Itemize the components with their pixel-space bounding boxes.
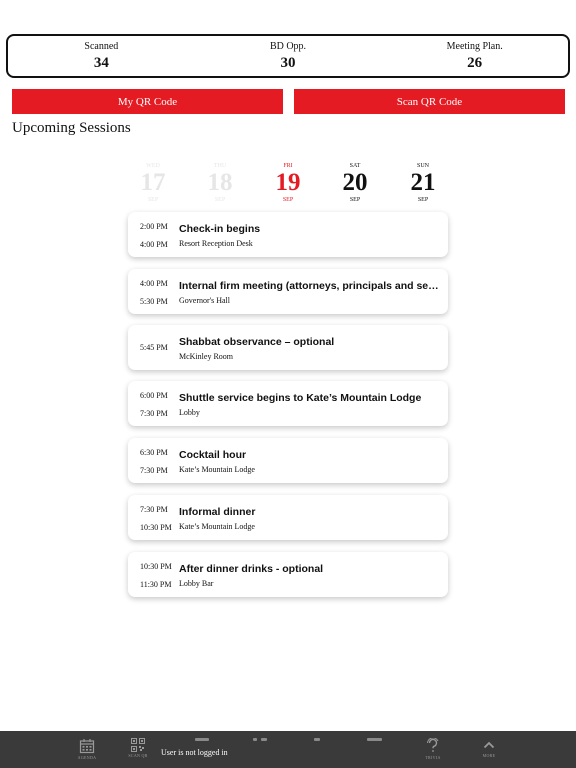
stat-value: 26 bbox=[467, 55, 483, 71]
session-card[interactable]: 6:30 PM 7:30 PM Cocktail hour Kate’s Mou… bbox=[128, 438, 448, 483]
day-picker: WED 17 SEP THU 18 SEP FRI 19 SEP SAT 20 … bbox=[0, 162, 576, 206]
stat-label: Meeting Plan. bbox=[446, 41, 503, 52]
day-sat-20[interactable]: SAT 20 SEP bbox=[330, 162, 380, 204]
session-location: Lobby bbox=[179, 408, 200, 417]
stat-label: BD Opp. bbox=[269, 41, 307, 52]
session-start-time: 2:00 PM bbox=[140, 222, 168, 231]
session-card[interactable]: 4:00 PM 5:30 PM Internal firm meeting (a… bbox=[128, 269, 448, 314]
partial-icon bbox=[314, 738, 320, 741]
partial-icon bbox=[261, 738, 267, 741]
session-start-time: 5:45 PM bbox=[140, 343, 168, 352]
session-title: Cocktail hour bbox=[179, 449, 247, 461]
session-start-time: 6:30 PM bbox=[140, 448, 168, 457]
qr-code-icon bbox=[131, 738, 145, 752]
session-location: Lobby Bar bbox=[179, 579, 214, 588]
tab-agenda[interactable]: AGENDA bbox=[67, 731, 107, 768]
session-end-time: 7:30 PM bbox=[140, 466, 168, 475]
day-number: 18 bbox=[207, 169, 233, 196]
session-end-time: 4:00 PM bbox=[140, 240, 168, 249]
stat-bd-opp[interactable]: BD Opp. 30 bbox=[195, 36, 382, 76]
day-month: SEP bbox=[214, 197, 226, 203]
day-number: 20 bbox=[342, 169, 368, 196]
day-sun-21[interactable]: SUN 21 SEP bbox=[398, 162, 448, 204]
session-card[interactable]: 7:30 PM 10:30 PM Informal dinner Kate’s … bbox=[128, 495, 448, 540]
tab-label: MORE bbox=[482, 753, 496, 758]
login-status-text: User is not logged in bbox=[161, 748, 228, 757]
day-number: 19 bbox=[275, 169, 301, 196]
stat-meeting-plan[interactable]: Meeting Plan. 26 bbox=[381, 36, 568, 76]
session-title: Informal dinner bbox=[179, 506, 256, 518]
day-wed-17[interactable]: WED 17 SEP bbox=[128, 162, 178, 204]
session-card[interactable]: 5:45 PM Shabbat observance – optional Mc… bbox=[128, 325, 448, 370]
session-card[interactable]: 2:00 PM 4:00 PM Check-in begins Resort R… bbox=[128, 212, 448, 257]
session-title: Shabbat observance – optional bbox=[179, 336, 335, 348]
session-start-time: 4:00 PM bbox=[140, 279, 168, 288]
day-number: 17 bbox=[140, 169, 166, 196]
chevron-up-icon bbox=[483, 741, 495, 749]
tab-trivia[interactable]: TRIVIA bbox=[413, 731, 453, 768]
stats-card: Scanned 34 BD Opp. 30 Meeting Plan. 26 bbox=[6, 34, 570, 78]
session-location: Kate’s Mountain Lodge bbox=[179, 522, 255, 531]
day-month: SEP bbox=[417, 197, 429, 203]
stat-value: 34 bbox=[93, 55, 109, 71]
bottom-tab-bar: AGENDA SCAN QR TRIVIA MORE bbox=[0, 731, 576, 768]
tab-label: TRIVIA bbox=[425, 755, 441, 760]
stat-value: 30 bbox=[280, 55, 296, 71]
partial-icon bbox=[367, 738, 382, 741]
session-title: Internal firm meeting (attorneys, princi… bbox=[179, 280, 441, 292]
session-start-time: 6:00 PM bbox=[140, 391, 168, 400]
calendar-icon bbox=[79, 739, 95, 754]
day-thu-18[interactable]: THU 18 SEP bbox=[195, 162, 245, 204]
session-end-time: 7:30 PM bbox=[140, 409, 168, 418]
session-title: Check-in begins bbox=[179, 223, 261, 235]
session-card[interactable]: 6:00 PM 7:30 PM Shuttle service begins t… bbox=[128, 381, 448, 426]
session-start-time: 7:30 PM bbox=[140, 505, 168, 514]
day-month: SEP bbox=[349, 197, 361, 203]
tab-label: AGENDA bbox=[77, 755, 97, 760]
session-title: Shuttle service begins to Kate’s Mountai… bbox=[179, 392, 422, 404]
session-location: Resort Reception Desk bbox=[179, 239, 253, 248]
stat-label: Scanned bbox=[84, 41, 119, 52]
session-end-time: 11:30 PM bbox=[140, 580, 172, 589]
day-month: SEP bbox=[282, 197, 294, 203]
section-title: Upcoming Sessions bbox=[12, 120, 131, 136]
session-location: Kate’s Mountain Lodge bbox=[179, 465, 255, 474]
session-card[interactable]: 10:30 PM 11:30 PM After dinner drinks - … bbox=[128, 552, 448, 597]
stat-scanned[interactable]: Scanned 34 bbox=[8, 36, 195, 76]
tab-scan-qr[interactable]: SCAN QR bbox=[118, 731, 158, 768]
day-month: SEP bbox=[147, 197, 159, 203]
session-end-time: 10:30 PM bbox=[140, 523, 172, 532]
day-fri-19[interactable]: FRI 19 SEP bbox=[263, 162, 313, 204]
partial-icon bbox=[195, 738, 209, 741]
question-icon bbox=[427, 738, 439, 752]
session-location: McKinley Room bbox=[179, 352, 233, 361]
session-end-time: 5:30 PM bbox=[140, 297, 168, 306]
session-start-time: 10:30 PM bbox=[140, 562, 172, 571]
tab-label: SCAN QR bbox=[128, 753, 148, 758]
session-location: Governor's Hall bbox=[179, 296, 230, 305]
scan-qr-code-button[interactable]: Scan QR Code bbox=[294, 89, 565, 114]
my-qr-code-button[interactable]: My QR Code bbox=[12, 89, 283, 114]
partial-icon bbox=[253, 738, 257, 741]
day-number: 21 bbox=[410, 169, 436, 196]
tab-more[interactable]: MORE bbox=[469, 731, 509, 768]
session-title: After dinner drinks - optional bbox=[179, 563, 324, 575]
